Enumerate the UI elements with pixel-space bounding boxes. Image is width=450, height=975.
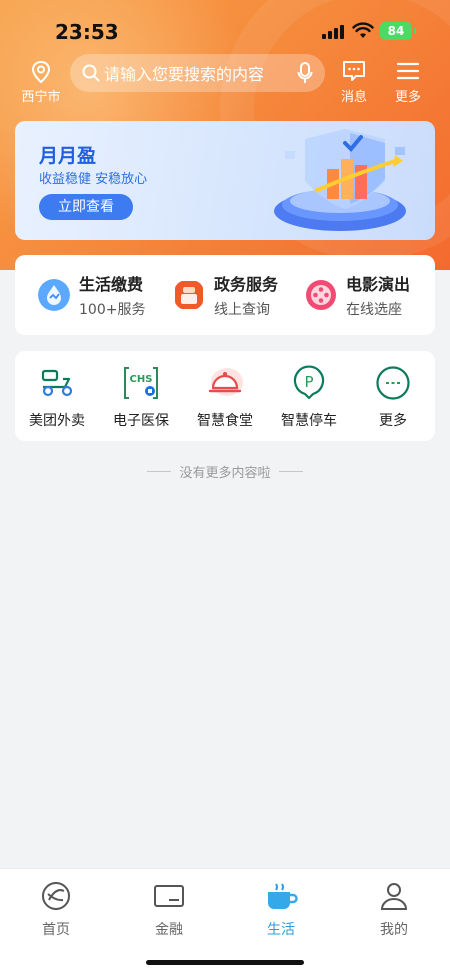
- more-menu-button[interactable]: 更多: [388, 60, 428, 105]
- service-subtitle: 在线选座: [346, 302, 402, 318]
- quick-item-label: 电子医保: [113, 413, 169, 429]
- location-selector[interactable]: 西宁市: [18, 60, 64, 105]
- services-card: 生活缴费 100+服务 政务服务 线上查询 电影演出 在线选座: [15, 255, 435, 335]
- bottom-tab-bar: 首页 金融 生活 我的: [0, 868, 450, 975]
- tab-home[interactable]: 首页: [16, 881, 96, 939]
- signal-icon: [322, 25, 344, 39]
- location-pin-icon: [31, 60, 51, 84]
- home-icon: [42, 882, 70, 910]
- cup-icon: [268, 883, 298, 909]
- wifi-icon: [352, 22, 374, 38]
- menu-icon: [396, 62, 420, 80]
- tab-finance[interactable]: 金融: [129, 881, 209, 939]
- chs-card-icon: CHS: [124, 367, 158, 399]
- home-indicator: [146, 960, 304, 965]
- parking-icon: P: [293, 365, 325, 400]
- food-cloche-icon: [208, 368, 243, 396]
- promo-banner[interactable]: 月月盈 收益稳健 安稳放心 立即查看: [15, 121, 435, 240]
- messages-label: 消息: [340, 90, 367, 105]
- quick-item-label: 智慧食堂: [197, 413, 253, 429]
- service-title: 生活缴费: [79, 275, 144, 294]
- tab-mine[interactable]: 我的: [354, 881, 434, 939]
- quick-item-more[interactable]: 更多: [351, 351, 435, 441]
- droplet-icon: [38, 279, 70, 311]
- user-icon: [380, 883, 408, 910]
- messages-button[interactable]: 消息: [334, 60, 374, 105]
- more-dots-icon: [376, 366, 410, 400]
- government-icon: [175, 281, 203, 309]
- card-icon: [154, 885, 184, 907]
- tab-label: 生活: [267, 922, 295, 938]
- film-reel-icon: [306, 280, 336, 310]
- quick-item-medical-insurance[interactable]: CHS 电子医保: [99, 351, 183, 441]
- no-more-text: 没有更多内容啦: [179, 466, 271, 481]
- service-item-government[interactable]: 政务服务 线上查询: [173, 255, 278, 335]
- finance-illustration: [274, 129, 406, 231]
- chs-text: CHS: [130, 374, 153, 385]
- microphone-icon[interactable]: [297, 62, 313, 84]
- quick-item-label: 智慧停车: [281, 413, 337, 429]
- service-title: 政务服务: [214, 275, 279, 294]
- tab-life[interactable]: 生活: [241, 881, 321, 939]
- quick-access-card: 美团外卖 CHS 电子医保 智慧食堂 P 智慧停车 更多: [15, 351, 435, 441]
- banner-subtitle: 收益稳健 安稳放心: [39, 172, 148, 187]
- service-title: 电影演出: [346, 275, 411, 294]
- search-bar[interactable]: 请输入您要搜索的内容: [70, 54, 325, 92]
- banner-title: 月月盈: [39, 145, 97, 167]
- tab-label: 首页: [42, 922, 70, 938]
- quick-item-canteen[interactable]: 智慧食堂: [183, 351, 267, 441]
- location-label: 西宁市: [21, 90, 61, 105]
- service-subtitle: 线上查询: [214, 302, 270, 318]
- quick-item-label: 美团外卖: [29, 413, 85, 429]
- battery-indicator: 84: [380, 22, 416, 40]
- service-item-movies[interactable]: 电影演出 在线选座: [305, 255, 410, 335]
- status-time: 23:53: [55, 20, 119, 44]
- service-item-life-payment[interactable]: 生活缴费 100+服务: [38, 255, 145, 335]
- scooter-icon: [41, 369, 73, 397]
- search-icon: [82, 64, 100, 82]
- message-icon: [343, 61, 365, 81]
- service-subtitle: 100+服务: [79, 302, 146, 318]
- parking-letter: P: [304, 373, 313, 391]
- tab-label: 我的: [380, 922, 408, 938]
- banner-view-button[interactable]: 立即查看: [39, 194, 133, 220]
- no-more-content: 没有更多内容啦: [0, 462, 450, 481]
- top-header: 西宁市 请输入您要搜索的内容 消息 更多: [0, 52, 450, 105]
- quick-item-label: 更多: [379, 413, 407, 429]
- search-placeholder: 请输入您要搜索的内容: [104, 65, 265, 84]
- status-bar: 23:53 84: [0, 0, 450, 52]
- quick-item-parking[interactable]: P 智慧停车: [267, 351, 351, 441]
- more-label: 更多: [394, 90, 421, 105]
- quick-item-meituan[interactable]: 美团外卖: [15, 351, 99, 441]
- tab-label: 金融: [155, 922, 183, 938]
